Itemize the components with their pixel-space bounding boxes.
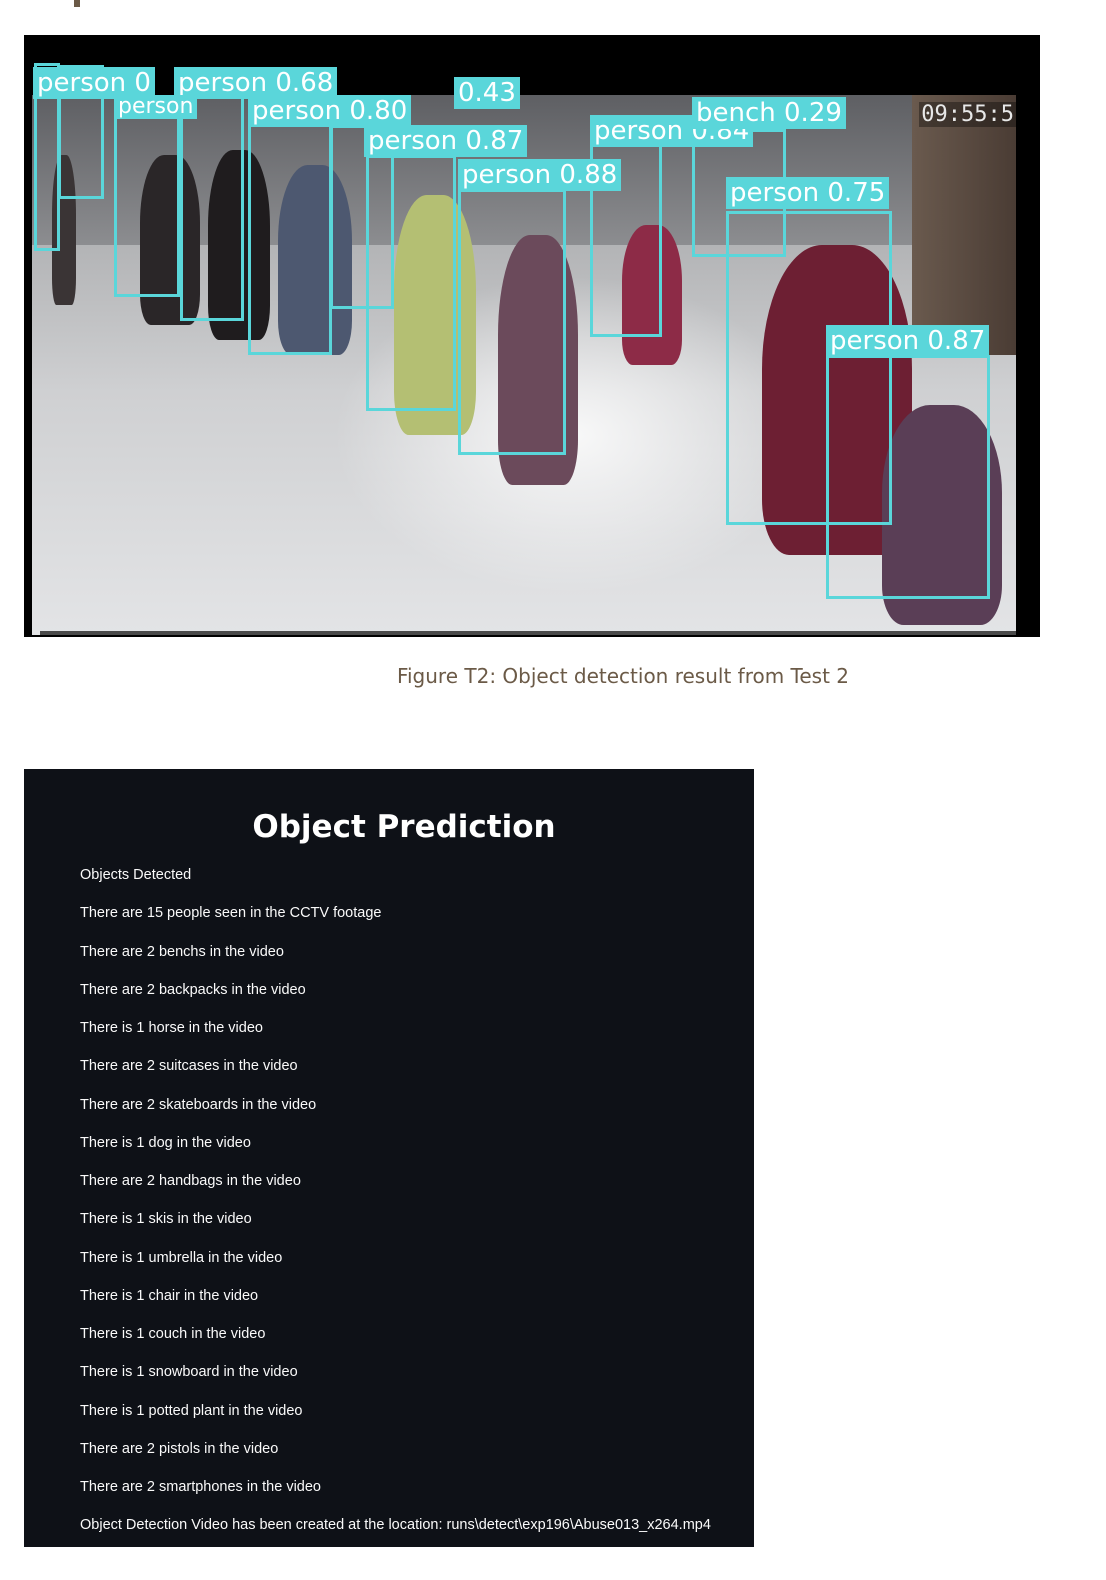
video-timestamp: 09:55:5: [919, 102, 1016, 127]
prediction-line: There are 2 suitcases in the video: [80, 1058, 298, 1075]
detection-box: [366, 155, 456, 411]
detection-label: 0.43: [454, 77, 520, 109]
prediction-line: There are 15 people seen in the CCTV foo…: [80, 905, 382, 922]
detection-box: [248, 123, 332, 355]
detection-box: [826, 355, 990, 599]
prediction-line: There are 2 smartphones in the video: [80, 1479, 321, 1495]
prediction-line: There are 2 benchs in the video: [80, 943, 284, 960]
detection-box: [458, 189, 566, 455]
figure-caption: Figure T2: Object detection result from …: [396, 664, 850, 688]
prediction-line: There are 2 pistols in the video: [80, 1440, 279, 1457]
prediction-line: There is 1 horse in the video: [80, 1020, 263, 1036]
detection-box: [180, 93, 244, 321]
detection-box: [114, 95, 180, 297]
detection-label: person 0.87: [364, 125, 528, 157]
doorway: [912, 95, 1016, 355]
prediction-line: There are 2 backpacks in the video: [80, 981, 306, 998]
detection-label: person 0.80: [248, 95, 412, 127]
prediction-line: There is 1 umbrella in the video: [80, 1249, 283, 1266]
frame-bottom-bar: [40, 631, 1016, 635]
prediction-line: There is 1 chair in the video: [80, 1287, 259, 1304]
panel-title: Object Prediction: [252, 809, 556, 845]
detection-label: person 0.88: [458, 159, 622, 191]
prediction-line: There is 1 skis in the video: [80, 1211, 252, 1228]
detection-label: bench 0.29: [692, 97, 846, 129]
detection-label: person 0.75: [726, 177, 890, 209]
prediction-line: There is 1 dog in the video: [80, 1134, 251, 1151]
section-label: Objects Detected: [80, 867, 192, 883]
detection-label: person: [114, 95, 198, 119]
prediction-line: There is 1 potted plant in the video: [80, 1402, 303, 1419]
detection-frame: person 0 person 0.68 person person 0.80 …: [24, 35, 1040, 637]
prediction-line: There is 1 snowboard in the video: [80, 1364, 298, 1381]
detection-label: person 0.87: [826, 325, 990, 357]
output-location-line: Object Detection Video has been created …: [80, 1517, 711, 1534]
heading-fragment: [74, 0, 80, 7]
prediction-line: There are 2 skateboards in the video: [80, 1096, 317, 1113]
prediction-list: Objects Detected There are 15 people see…: [80, 865, 711, 1554]
object-prediction-panel: Object Prediction Objects Detected There…: [24, 769, 754, 1547]
prediction-line: There are 2 handbags in the video: [80, 1173, 301, 1189]
prediction-line: There is 1 couch in the video: [80, 1326, 266, 1342]
